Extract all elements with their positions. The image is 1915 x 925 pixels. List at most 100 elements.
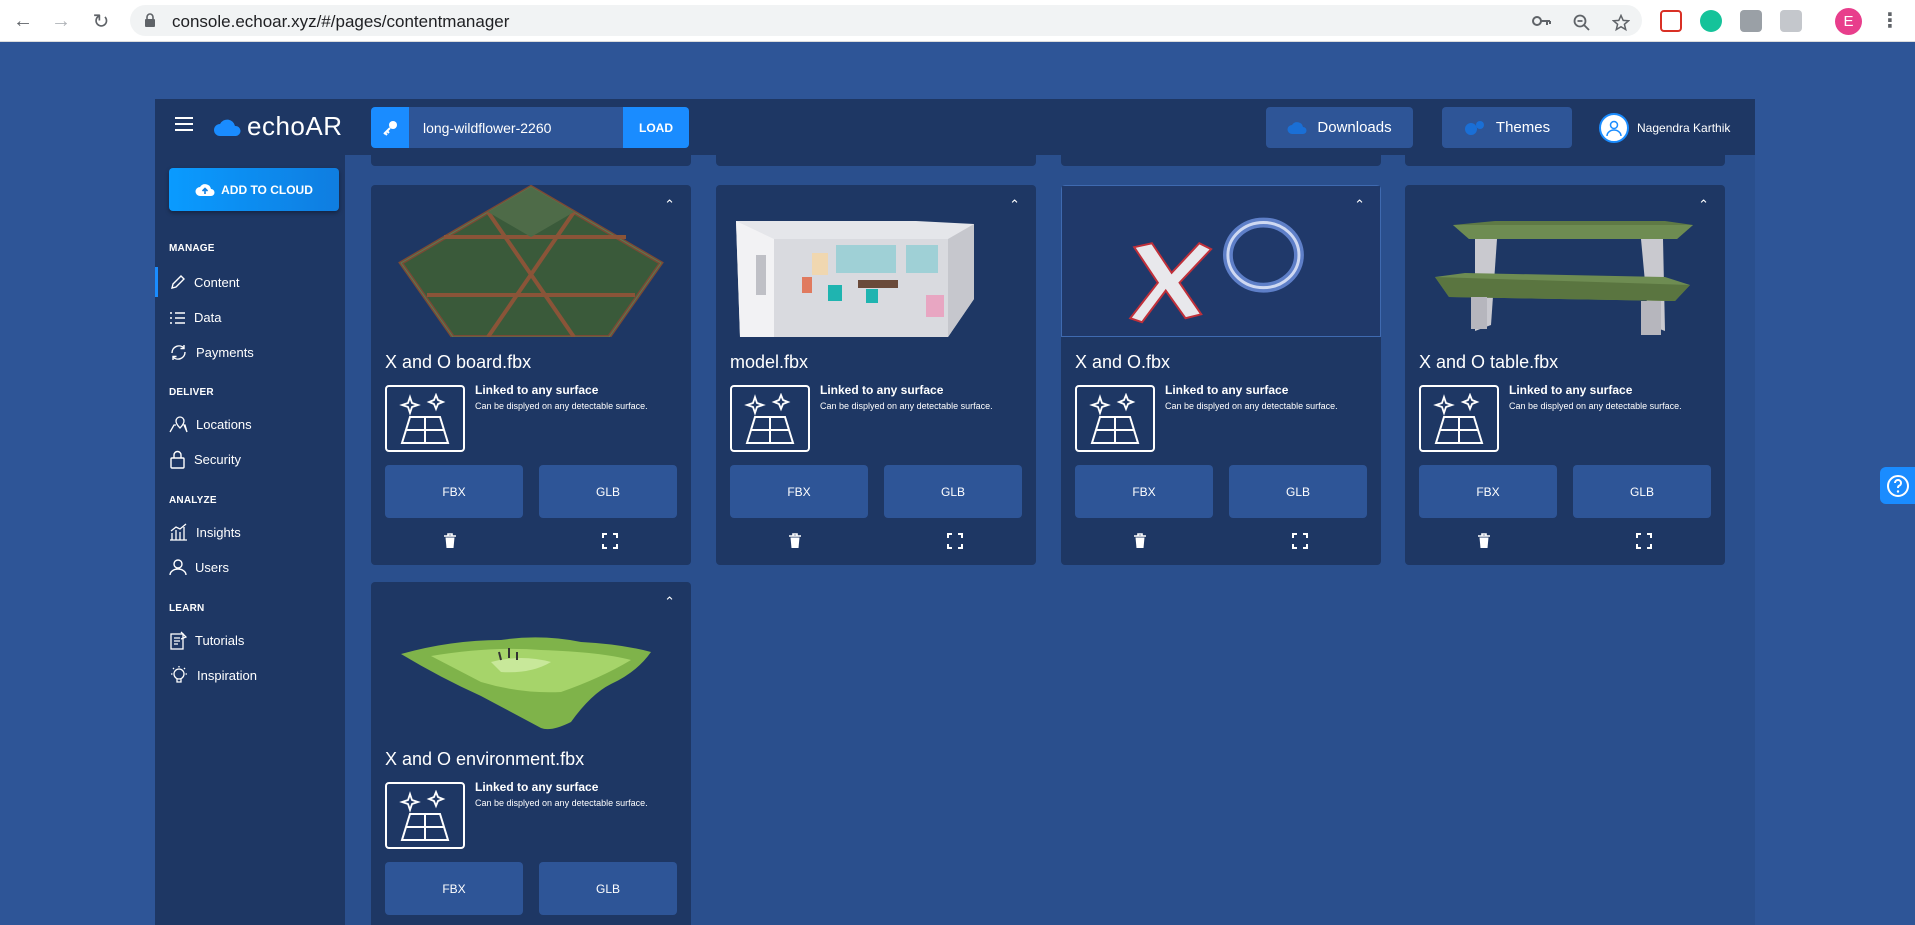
fbx-download-button[interactable]: FBX: [385, 862, 523, 915]
content-card[interactable]: ⌃ X and O board.fbx Linked to any surfac…: [371, 185, 691, 565]
browser-menu-icon[interactable]: ⋮: [1880, 8, 1900, 33]
help-button[interactable]: [1880, 467, 1915, 504]
user-name: Nagendra Karthik: [1637, 121, 1731, 135]
fbx-download-button[interactable]: FBX: [730, 465, 868, 518]
pocket-extension-icon[interactable]: [1660, 10, 1682, 32]
cloud-logo-icon: [214, 119, 241, 136]
load-button[interactable]: LOAD: [623, 107, 689, 148]
sidebar-item-locations[interactable]: Locations: [155, 409, 345, 439]
sidebar-item-insights[interactable]: Insights: [155, 517, 345, 547]
content-card[interactable]: ⌃ X and O table.fbx Linked to any surfac…: [1405, 185, 1725, 565]
anchor-description: Can be displyed on any detectable surfac…: [1165, 401, 1338, 411]
fullscreen-icon[interactable]: [1635, 532, 1653, 550]
trash-icon[interactable]: [1475, 532, 1493, 550]
surface-anchor-icon[interactable]: [730, 385, 810, 452]
content-card[interactable]: ⌃ X and O environment.fbx Linked to any …: [371, 582, 691, 925]
card-stub: [1061, 155, 1381, 166]
model-preview-image[interactable]: [371, 582, 691, 734]
content-card[interactable]: ⌃ model.fbx Linked to any surface Can be…: [716, 185, 1036, 565]
fbx-download-button[interactable]: FBX: [1075, 465, 1213, 518]
collapse-icon[interactable]: ⌃: [1698, 197, 1709, 213]
fbx-download-button[interactable]: FBX: [385, 465, 523, 518]
model-name: X and O board.fbx: [385, 352, 532, 372]
model-name: X and O environment.fbx: [385, 749, 585, 769]
model-name: X and O.fbx: [1075, 352, 1171, 372]
zoom-icon[interactable]: [1573, 14, 1591, 32]
api-key-bar: LOAD: [371, 107, 693, 148]
glb-download-button[interactable]: GLB: [884, 465, 1022, 518]
model-preview-image[interactable]: [1061, 185, 1381, 337]
collapse-icon[interactable]: ⌃: [664, 197, 675, 213]
profile-avatar[interactable]: E: [1835, 8, 1862, 35]
anchor-description: Can be displyed on any detectable surfac…: [475, 798, 648, 808]
api-key-input[interactable]: [409, 107, 623, 148]
glb-download-button[interactable]: GLB: [539, 465, 677, 518]
url-text: console.echoar.xyz/#/pages/contentmanage…: [172, 12, 510, 31]
model-preview-image[interactable]: [371, 185, 691, 337]
key-icon[interactable]: [1532, 14, 1552, 28]
surface-anchor-icon[interactable]: [1075, 385, 1155, 452]
collapse-icon[interactable]: ⌃: [664, 594, 675, 610]
anchor-description: Can be displyed on any detectable surfac…: [1509, 401, 1682, 411]
add-to-cloud-button[interactable]: ADD TO CLOUD: [169, 168, 339, 211]
sidebar-item-security[interactable]: Security: [155, 444, 345, 474]
sidebar-item-tutorials[interactable]: Tutorials: [155, 625, 345, 655]
section-learn: LEARN: [169, 603, 205, 614]
menu-icon[interactable]: [175, 117, 193, 131]
anchor-title: Linked to any surface: [1509, 383, 1633, 397]
sidebar-item-label: Payments: [196, 344, 254, 360]
sidebar-item-label: Users: [195, 559, 229, 575]
pencil-icon: [171, 274, 185, 289]
add-to-cloud-label: ADD TO CLOUD: [221, 182, 313, 197]
glb-download-button[interactable]: GLB: [1229, 465, 1367, 518]
logo[interactable]: echoAR: [213, 111, 343, 142]
trash-icon[interactable]: [441, 532, 459, 550]
bookmark-star-icon[interactable]: [1612, 14, 1630, 32]
fullscreen-icon[interactable]: [601, 532, 619, 550]
downloads-button[interactable]: Downloads: [1266, 107, 1413, 148]
map-pin-icon: [169, 415, 188, 432]
refresh-icon: [171, 344, 186, 360]
sidebar-item-label: Security: [194, 451, 241, 467]
fbx-download-button[interactable]: FBX: [1419, 465, 1557, 518]
reload-icon[interactable]: ↻: [88, 8, 114, 34]
sidebar-item-content[interactable]: Content: [155, 267, 345, 297]
fullscreen-icon[interactable]: [946, 532, 964, 550]
trash-icon[interactable]: [1131, 532, 1149, 550]
collapse-icon[interactable]: ⌃: [1009, 197, 1020, 213]
scrollbar[interactable]: [1752, 155, 1755, 925]
themes-button[interactable]: Themes: [1442, 107, 1572, 148]
content-card[interactable]: ⌃ X and O.fbx Linked to any surface Can …: [1061, 185, 1381, 565]
surface-anchor-icon[interactable]: [1419, 385, 1499, 452]
sidebar-item-label: Content: [194, 274, 240, 290]
extension-icon[interactable]: [1780, 10, 1802, 32]
cloud-download-icon: [1287, 121, 1307, 134]
model-preview-image[interactable]: [1405, 185, 1725, 337]
fullscreen-icon[interactable]: [1291, 532, 1309, 550]
sidebar-item-inspiration[interactable]: Inspiration: [155, 660, 345, 690]
surface-anchor-icon[interactable]: [385, 385, 465, 452]
glb-download-button[interactable]: GLB: [539, 862, 677, 915]
forward-icon[interactable]: →: [48, 8, 74, 34]
back-icon[interactable]: ←: [10, 8, 36, 34]
collapse-icon[interactable]: ⌃: [1354, 197, 1365, 213]
sidebar-item-data[interactable]: Data: [155, 302, 345, 332]
anchor-title: Linked to any surface: [475, 780, 599, 794]
section-manage: MANAGE: [169, 243, 215, 254]
address-bar[interactable]: console.echoar.xyz/#/pages/contentmanage…: [130, 5, 1642, 36]
trash-icon[interactable]: [786, 532, 804, 550]
lock-icon: [145, 13, 155, 27]
surface-anchor-icon[interactable]: [385, 782, 465, 849]
sidebar: ADD TO CLOUD MANAGE Content Data Payment…: [155, 155, 345, 925]
model-preview-image[interactable]: [716, 185, 1036, 337]
anchor-title: Linked to any surface: [820, 383, 944, 397]
grammarly-extension-icon[interactable]: [1700, 10, 1722, 32]
tabs-extension-icon[interactable]: [1740, 10, 1762, 32]
sidebar-item-label: Locations: [196, 416, 252, 432]
downloads-label: Downloads: [1317, 119, 1392, 136]
user-menu[interactable]: Nagendra Karthik: [1599, 113, 1730, 143]
sidebar-item-users[interactable]: Users: [155, 552, 345, 582]
sidebar-item-payments[interactable]: Payments: [155, 337, 345, 367]
cloud-upload-icon: [195, 183, 215, 196]
glb-download-button[interactable]: GLB: [1573, 465, 1711, 518]
